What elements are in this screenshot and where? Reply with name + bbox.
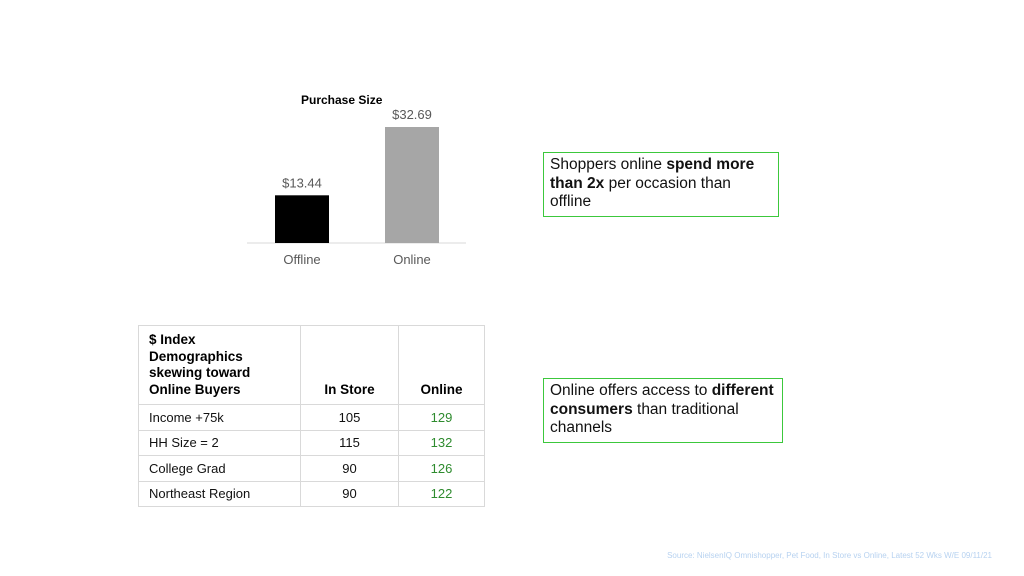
table-row: HH Size = 2 115 132 bbox=[138, 429, 485, 456]
row-online-value: 122 bbox=[398, 480, 485, 507]
table-row: Income +75k 105 129 bbox=[138, 404, 485, 431]
table-row: College Grad 90 126 bbox=[138, 455, 485, 482]
row-in-store-value: 90 bbox=[300, 480, 399, 507]
x-tick-label: Online bbox=[393, 252, 431, 267]
header-line: $ Index bbox=[149, 332, 196, 347]
callout-spend-more: Shoppers online spend more than 2x per o… bbox=[543, 152, 779, 217]
column-header-in-store: In Store bbox=[300, 325, 399, 405]
header-line: Online Buyers bbox=[149, 381, 241, 397]
row-online-value: 129 bbox=[398, 404, 485, 431]
table-header-row: $ Index Demographics skewing toward Onli… bbox=[138, 325, 485, 405]
row-online-value: 132 bbox=[398, 429, 485, 456]
bar-offline bbox=[275, 195, 329, 243]
x-tick-label: Offline bbox=[283, 252, 320, 267]
source-footnote: Source: NielsenIQ Omnishopper, Pet Food,… bbox=[667, 551, 992, 560]
bar-online bbox=[385, 127, 439, 243]
row-in-store-value: 105 bbox=[300, 404, 399, 431]
purchase-size-chart: $13.44 Offline $32.69 Online bbox=[247, 107, 466, 267]
row-label: College Grad bbox=[138, 455, 301, 482]
row-in-store-value: 90 bbox=[300, 455, 399, 482]
table-row: Northeast Region 90 122 bbox=[138, 480, 485, 507]
data-label: $13.44 bbox=[282, 175, 322, 190]
column-header-online: Online bbox=[398, 325, 485, 405]
header-line: Demographics bbox=[149, 348, 243, 364]
demographics-index-table: $ Index Demographics skewing toward Onli… bbox=[138, 325, 485, 507]
header-line: skewing toward bbox=[149, 365, 251, 380]
row-label: HH Size = 2 bbox=[138, 429, 301, 456]
callout-2-text: Online offers access to bbox=[550, 382, 712, 399]
data-label: $32.69 bbox=[392, 107, 432, 122]
callout-1-text: Shoppers online bbox=[550, 156, 667, 173]
table-header-title: $ Index Demographics skewing toward Onli… bbox=[138, 325, 301, 405]
row-label: Income +75k bbox=[138, 404, 301, 431]
row-online-value: 126 bbox=[398, 455, 485, 482]
callout-different-consumers: Online offers access to different consum… bbox=[543, 378, 783, 443]
row-in-store-value: 115 bbox=[300, 429, 399, 456]
row-label: Northeast Region bbox=[138, 480, 301, 507]
